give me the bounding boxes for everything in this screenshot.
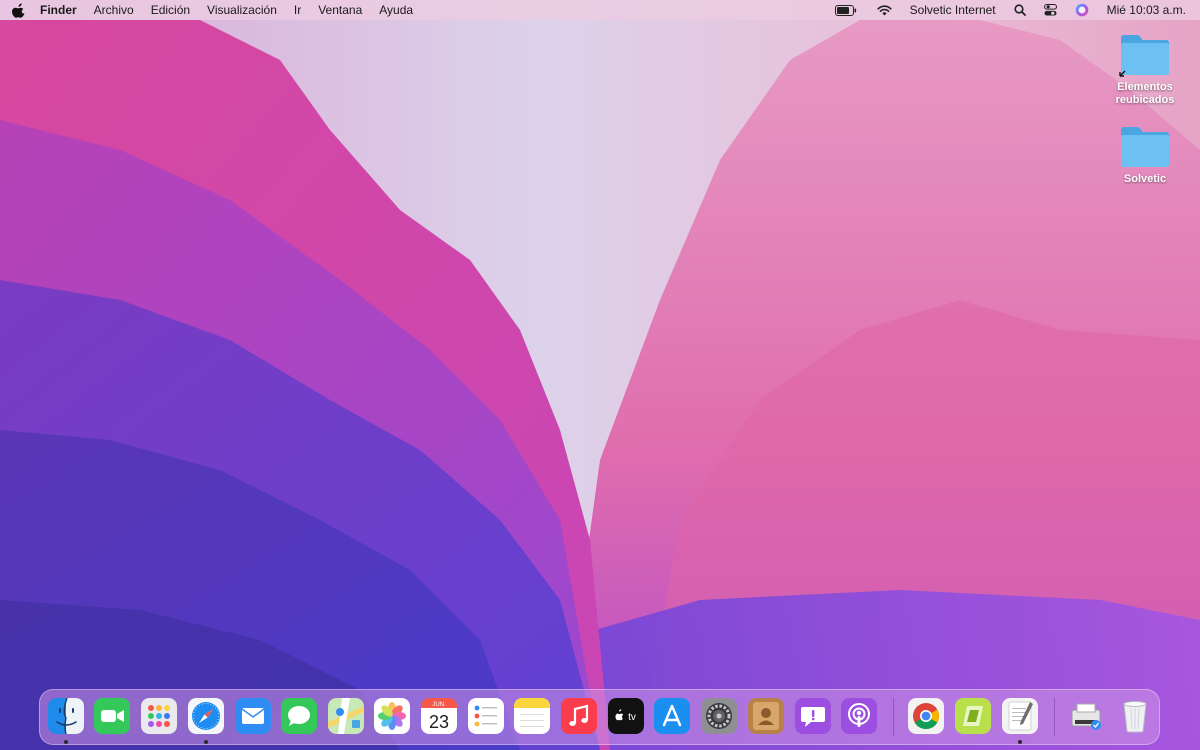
apple-tv-label: tv <box>628 712 636 723</box>
battery-icon[interactable] <box>834 0 857 20</box>
running-indicator <box>1018 740 1022 744</box>
menu-ayuda[interactable]: Ayuda <box>379 3 413 17</box>
notes-icon[interactable] <box>514 698 550 734</box>
running-indicator <box>204 740 208 744</box>
safari-icon[interactable] <box>188 698 224 734</box>
desktop-icon-elementos-reubicados[interactable]: Elementos reubicados <box>1105 32 1185 107</box>
calendar-month-label: JUN. <box>432 702 446 708</box>
textedit-icon[interactable] <box>1002 698 1038 734</box>
calendar-day-label: 23 <box>429 712 449 732</box>
menu-ir[interactable]: Ir <box>294 3 301 17</box>
messages-icon[interactable] <box>281 698 317 734</box>
menu-bar-right: Solvetic Internet Mié 10:03 a.m. <box>817 0 1200 20</box>
launchpad-icon[interactable] <box>141 698 177 734</box>
chrome-icon[interactable] <box>908 698 944 734</box>
menu-archivo[interactable]: Archivo <box>94 3 134 17</box>
desktop-icon-solvetic[interactable]: Solvetic <box>1105 124 1185 186</box>
dock-divider <box>1054 698 1055 736</box>
podcasts-icon[interactable] <box>841 698 877 734</box>
system-preferences-icon[interactable] <box>701 698 737 734</box>
dock-divider <box>893 698 894 736</box>
menu-visualizacion[interactable]: Visualización <box>207 3 277 17</box>
menu-ventana[interactable]: Ventana <box>318 3 362 17</box>
menu-bar: Finder Archivo Edición Visualización Ir … <box>0 0 1200 20</box>
menu-bar-left: Finder Archivo Edición Visualización Ir … <box>0 0 430 20</box>
siri-icon[interactable] <box>1075 0 1089 20</box>
desktop-icon-label: Solvetic <box>1123 173 1167 185</box>
network-name-label[interactable]: Solvetic Internet <box>910 3 996 17</box>
maps-icon[interactable] <box>328 698 364 734</box>
wifi-icon[interactable] <box>876 0 892 20</box>
folder-alias-icon <box>1118 32 1172 78</box>
desktop-wallpaper <box>0 0 1200 750</box>
music-icon[interactable] <box>561 698 597 734</box>
facetime-icon[interactable] <box>94 698 130 734</box>
calendar-icon[interactable]: JUN. 23 <box>421 698 457 734</box>
menu-edicion[interactable]: Edición <box>151 3 190 17</box>
trash-icon[interactable] <box>1117 698 1153 734</box>
control-center-icon[interactable] <box>1043 0 1057 20</box>
apple-tv-icon[interactable]: tv <box>608 698 644 734</box>
running-indicator <box>64 740 68 744</box>
reminders-icon[interactable] <box>468 698 504 734</box>
app-store-icon[interactable] <box>654 698 690 734</box>
search-icon[interactable] <box>1014 0 1026 20</box>
camtasia-icon[interactable] <box>955 698 991 734</box>
photos-icon[interactable] <box>374 698 410 734</box>
folder-icon <box>1118 124 1172 170</box>
finder-icon[interactable] <box>48 698 84 734</box>
dock: JUN. 23 tv <box>39 689 1160 745</box>
feedback-assistant-icon[interactable] <box>795 698 831 734</box>
desktop-icon-label: Elementos reubicados <box>1115 81 1175 106</box>
apple-logo-icon[interactable] <box>12 2 26 18</box>
mail-icon[interactable] <box>235 698 271 734</box>
clock-label[interactable]: Mié 10:03 a.m. <box>1107 3 1186 17</box>
contacts-icon[interactable] <box>748 698 784 734</box>
menu-app-finder[interactable]: Finder <box>40 3 77 17</box>
printer-icon[interactable] <box>1068 698 1104 734</box>
